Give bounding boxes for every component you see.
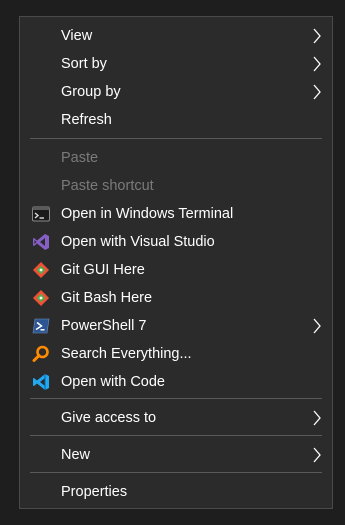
menu-item-sort-by[interactable]: Sort by [20, 50, 332, 78]
menu-item-label: Sort by [61, 56, 107, 72]
menu-item-label: Group by [61, 84, 121, 100]
menu-item-label: Open in Windows Terminal [61, 206, 234, 222]
git-bash-icon [32, 289, 50, 307]
menu-item-label: Open with Visual Studio [61, 234, 215, 250]
menu-item-git-gui[interactable]: Git GUI Here [20, 256, 332, 284]
menu-item-properties[interactable]: Properties [20, 478, 332, 506]
windows-terminal-icon [32, 206, 50, 222]
menu-item-label: Give access to [61, 410, 157, 426]
visual-studio-icon [33, 234, 49, 250]
menu-item-label: Git GUI Here [61, 262, 145, 278]
menu-item-powershell[interactable]: PowerShell 7 [20, 312, 332, 340]
menu-item-group-by[interactable]: Group by [20, 78, 332, 106]
git-gui-icon [32, 261, 50, 279]
menu-item-new[interactable]: New [20, 441, 332, 469]
chevron-right-icon [313, 84, 321, 100]
menu-item-label: Git Bash Here [61, 290, 153, 306]
menu-item-label: View [61, 28, 93, 44]
powershell-icon [32, 318, 50, 334]
chevron-right-icon [313, 56, 321, 72]
menu-item-search-everything[interactable]: Search Everything... [20, 340, 332, 368]
menu-item-give-access[interactable]: Give access to [20, 404, 332, 432]
menu-item-open-with-code[interactable]: Open with Code [20, 368, 332, 396]
menu-item-paste: Paste [20, 144, 332, 172]
menu-item-label: Paste [61, 150, 99, 166]
chevron-right-icon [313, 410, 321, 426]
menu-item-label: Refresh [61, 112, 112, 128]
menu-separator [30, 472, 322, 473]
menu-item-label: Paste shortcut [61, 178, 154, 194]
search-everything-icon [32, 345, 49, 362]
menu-separator [30, 138, 322, 139]
menu-item-paste-shortcut: Paste shortcut [20, 172, 332, 200]
menu-item-open-terminal[interactable]: Open in Windows Terminal [20, 200, 332, 228]
context-menu: View Sort by Group by Refresh Paste Past… [19, 16, 333, 509]
menu-item-open-visual-studio[interactable]: Open with Visual Studio [20, 228, 332, 256]
menu-item-label: New [61, 447, 91, 463]
chevron-right-icon [313, 447, 321, 463]
menu-item-view[interactable]: View [20, 22, 332, 50]
vscode-icon [33, 374, 49, 390]
menu-item-label: Properties [61, 484, 128, 500]
chevron-right-icon [313, 318, 321, 334]
chevron-right-icon [313, 28, 321, 44]
menu-item-label: Search Everything... [61, 346, 192, 362]
menu-item-refresh[interactable]: Refresh [20, 106, 332, 134]
menu-separator [30, 435, 322, 436]
menu-separator [30, 398, 322, 399]
menu-item-label: PowerShell 7 [61, 318, 147, 334]
menu-item-label: Open with Code [61, 374, 165, 390]
menu-item-git-bash[interactable]: Git Bash Here [20, 284, 332, 312]
